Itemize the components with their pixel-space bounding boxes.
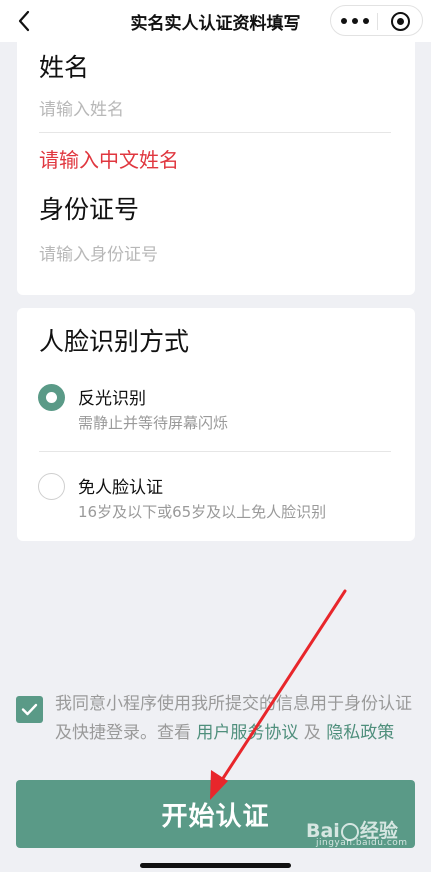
face-option-exempt[interactable]: 免人脸认证 16岁及以下或65岁及以上免人脸识别 — [17, 471, 415, 541]
face-method-title: 人脸识别方式 — [39, 327, 190, 356]
option-subtitle: 需静止并等待屏幕闪烁 — [78, 414, 229, 432]
capsule-divider — [377, 13, 378, 30]
baidu-watermark: Bai 经验 jingyan.baidu.com — [306, 816, 426, 852]
option-subtitle: 16岁及以下或65岁及以上免人脸识别 — [78, 503, 327, 521]
agreement-joiner: 及 — [298, 723, 327, 743]
radio-unchecked-icon[interactable] — [38, 473, 65, 500]
radio-checked-icon[interactable] — [38, 384, 65, 411]
id-number-input[interactable] — [39, 240, 389, 270]
name-label: 姓名 — [39, 53, 90, 82]
option-title: 免人脸认证 — [78, 478, 163, 498]
option-title: 反光识别 — [78, 389, 146, 409]
identity-card: 姓名 请输入中文姓名 身份证号 — [17, 40, 415, 295]
face-method-card: 人脸识别方式 反光识别 需静止并等待屏幕闪烁 免人脸认证 16岁及以下或65岁及… — [17, 308, 415, 541]
name-divider — [39, 132, 391, 133]
home-indicator — [140, 863, 291, 868]
watermark-sub: jingyan.baidu.com — [316, 838, 408, 848]
name-error-text: 请输入中文姓名 — [39, 148, 179, 172]
checkmark-icon — [21, 703, 38, 716]
target-close-icon[interactable] — [391, 12, 410, 31]
agreement-checkbox[interactable] — [16, 696, 43, 723]
privacy-link[interactable]: 隐私政策 — [326, 723, 394, 743]
mini-program-capsule — [330, 5, 423, 36]
terms-link[interactable]: 用户服务协议 — [196, 723, 298, 743]
name-input[interactable] — [39, 95, 389, 125]
more-dots-icon[interactable] — [341, 12, 369, 30]
option-divider — [39, 451, 391, 452]
id-number-label: 身份证号 — [39, 195, 140, 224]
nav-bar: 实名实人认证资料填写 — [0, 0, 431, 42]
agreement-text: 我同意小程序使用我所提交的信息用于身份认证及快捷登录。查看 用户服务协议 及 隐… — [55, 690, 415, 748]
face-option-reflective[interactable]: 反光识别 需静止并等待屏幕闪烁 — [17, 378, 415, 448]
